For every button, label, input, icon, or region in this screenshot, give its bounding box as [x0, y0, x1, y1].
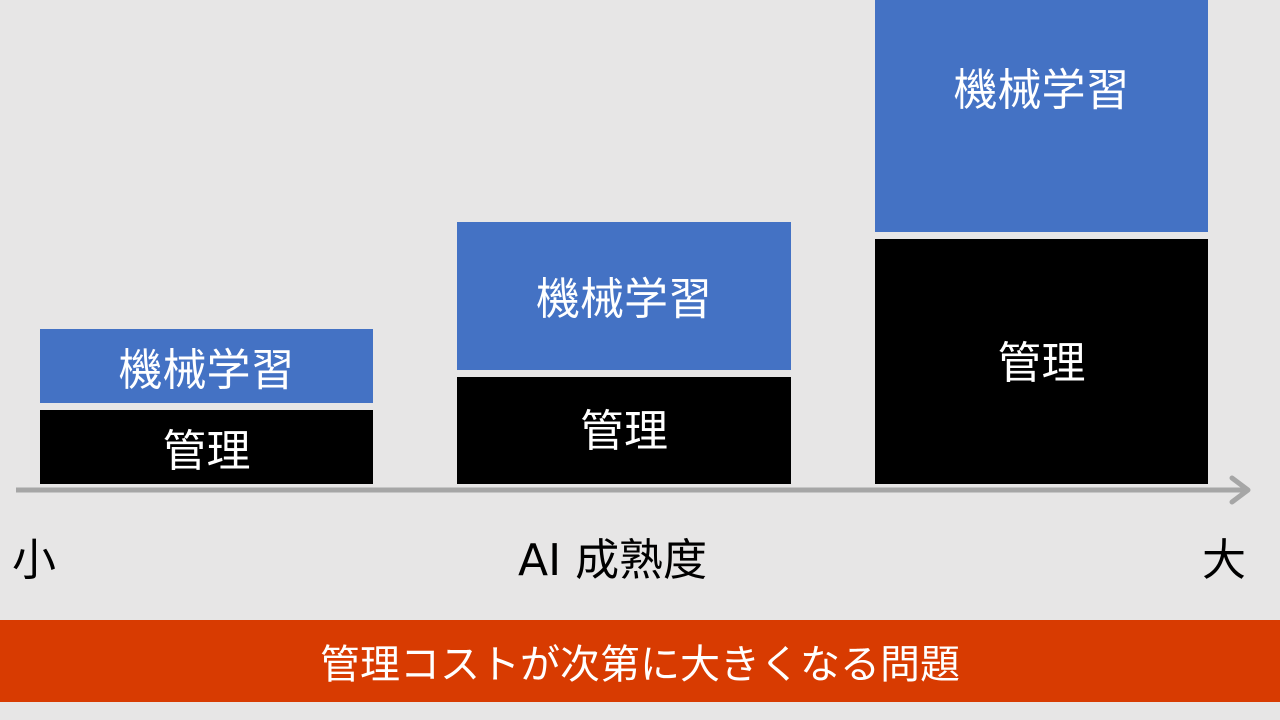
ml-label-medium: 機械学習 [536, 274, 712, 325]
management-label-medium: 管理 [580, 405, 668, 457]
axis-max-label: 大 [1202, 535, 1246, 586]
ml-block-small: 機械学習 [40, 329, 373, 403]
axis-min-label: 小 [12, 535, 56, 586]
ml-block-large: 機械学習 [875, 0, 1208, 232]
axis-title: AI 成熟度 [518, 535, 708, 586]
ml-label-large: 機械学習 [953, 65, 1130, 116]
problem-banner: 管理コストが次第に大きくなる問題 [0, 620, 1280, 702]
maturity-axis-arrow [16, 475, 1251, 505]
management-block-large: 管理 [875, 239, 1208, 484]
ml-block-medium: 機械学習 [457, 222, 791, 370]
banner-text: 管理コストが次第に大きくなる問題 [320, 642, 960, 688]
management-label-large: 管理 [997, 338, 1086, 389]
ml-label-small: 機械学習 [118, 345, 295, 396]
management-block-medium: 管理 [457, 377, 791, 484]
